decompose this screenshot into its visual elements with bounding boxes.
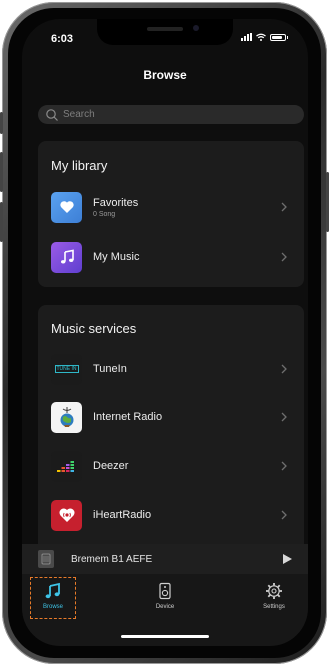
service-item-internet-radio[interactable]: Internet Radio xyxy=(38,397,304,437)
deezer-bars-icon xyxy=(56,461,74,472)
wifi-icon xyxy=(256,33,266,41)
notch xyxy=(97,19,233,45)
my-music-label: My Music xyxy=(93,251,140,263)
chevron-right-icon xyxy=(281,510,287,520)
gear-icon xyxy=(266,583,282,599)
front-camera xyxy=(193,25,199,31)
signal-icon xyxy=(241,33,252,41)
library-item-my-music[interactable]: My Music xyxy=(38,237,304,277)
earpiece xyxy=(147,27,183,31)
favorites-label: Favorites xyxy=(93,196,139,209)
favorites-icon xyxy=(51,191,82,223)
tunein-logo-text: TUNE IN xyxy=(54,365,79,373)
search-bar[interactable] xyxy=(38,105,304,124)
favorites-count: 0 Song xyxy=(93,210,116,218)
tab-browse[interactable]: Browse xyxy=(23,580,83,620)
internet-radio-label: Internet Radio xyxy=(93,411,163,423)
music-note-icon xyxy=(45,582,60,599)
library-card: My library Favorites 0 Song My Music xyxy=(38,141,304,287)
tab-settings-label: Settings xyxy=(263,604,285,610)
library-item-favorites[interactable]: Favorites 0 Song xyxy=(38,187,304,227)
internet-radio-icon xyxy=(51,401,82,433)
my-music-icon xyxy=(51,241,82,273)
device-thumbnail xyxy=(38,550,54,568)
search-input[interactable] xyxy=(63,109,263,120)
services-title: Music services xyxy=(51,321,137,336)
speaker-thumb-icon xyxy=(41,553,51,565)
tunein-logo: TUNE IN xyxy=(51,353,82,385)
deezer-label: Deezer xyxy=(93,460,129,472)
now-playing-device: Bremem B1 AEFE xyxy=(71,553,153,565)
heart-icon xyxy=(59,201,74,213)
page-title: Browse xyxy=(143,68,187,82)
status-time: 6:03 xyxy=(51,33,74,45)
chevron-right-icon xyxy=(281,202,287,212)
battery-icon xyxy=(270,33,288,41)
tab-device[interactable]: Device xyxy=(135,580,195,620)
iheartradio-label: iHeartRadio xyxy=(93,509,152,521)
volume-up-button xyxy=(0,152,3,192)
home-indicator xyxy=(121,635,209,638)
music-note-icon xyxy=(60,249,74,264)
service-item-iheartradio[interactable]: iHeartRadio xyxy=(38,495,304,535)
mini-player[interactable]: Bremem B1 AEFE xyxy=(22,544,308,574)
chevron-right-icon xyxy=(281,412,287,422)
iheart-icon xyxy=(58,508,75,522)
tunein-label: TuneIn xyxy=(93,363,127,375)
iheartradio-logo xyxy=(51,499,82,531)
library-title: My library xyxy=(51,158,108,173)
tab-bar: Browse Device Settings xyxy=(22,574,308,646)
chevron-right-icon xyxy=(281,364,287,374)
tab-browse-label: Browse xyxy=(42,604,63,610)
chevron-right-icon xyxy=(281,461,287,471)
globe-antenna-icon xyxy=(60,407,73,427)
deezer-logo xyxy=(51,450,82,482)
app-screen: 6:03 Browse My library Favo xyxy=(22,19,308,646)
status-icons xyxy=(241,33,288,41)
tab-settings[interactable]: Settings xyxy=(244,580,304,620)
services-card: Music services TUNE IN TuneIn Internet R… xyxy=(38,305,304,545)
speaker-icon xyxy=(159,582,171,600)
service-item-deezer[interactable]: Deezer xyxy=(38,446,304,486)
chevron-right-icon xyxy=(281,252,287,262)
play-icon[interactable] xyxy=(281,553,293,565)
tab-device-label: Device xyxy=(155,604,175,610)
search-icon xyxy=(46,108,58,121)
service-item-tunein[interactable]: TUNE IN TuneIn xyxy=(38,349,304,389)
side-button xyxy=(0,112,3,134)
volume-down-button xyxy=(0,202,3,242)
